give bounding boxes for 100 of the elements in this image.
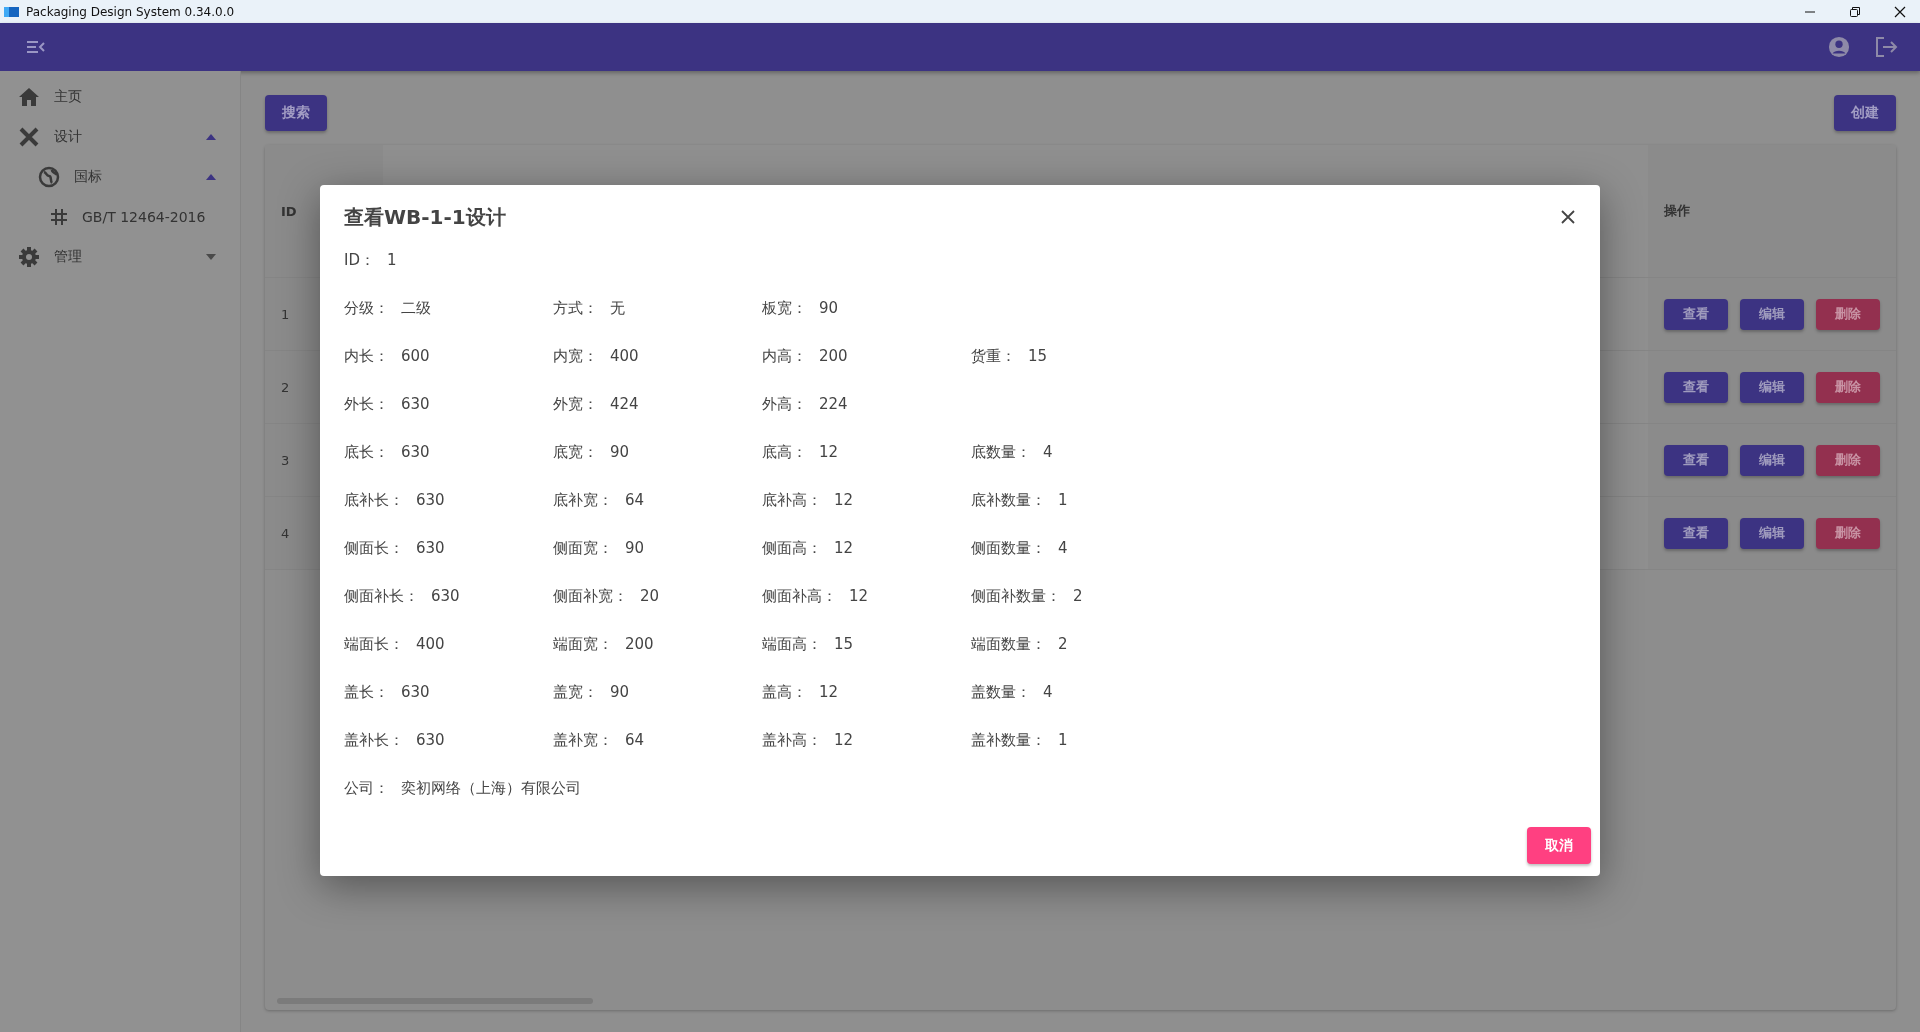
field-label: 盖长： (344, 683, 389, 702)
field-value: 90 (610, 443, 630, 462)
sidebar-item[interactable]: 国标 (0, 157, 240, 197)
field-label: 端面长： (344, 635, 404, 654)
field-value: 630 (401, 443, 430, 462)
field-value: 4 (1043, 683, 1053, 702)
account-icon[interactable] (1828, 36, 1850, 58)
field-label: ID： (344, 251, 375, 270)
table-cell: 2 (281, 379, 290, 395)
field-label: 盖宽： (553, 683, 598, 702)
gear-icon (18, 246, 40, 268)
field-value: 400 (610, 347, 639, 366)
field-value: 12 (834, 731, 854, 750)
field-label: 侧面数量： (971, 539, 1046, 558)
close-icon[interactable] (1894, 5, 1906, 18)
field-value: 630 (416, 731, 445, 750)
field-label: 端面高： (762, 635, 822, 654)
sidebar-item[interactable]: 主页 (0, 77, 240, 117)
menu-icon[interactable] (26, 40, 46, 54)
field-value: 1 (1058, 491, 1068, 510)
field-value: 12 (849, 587, 869, 606)
column-header: ID (281, 203, 297, 219)
field-label: 外长： (344, 395, 389, 414)
action-button[interactable]: 查看 (1664, 517, 1728, 549)
hash-icon (50, 208, 68, 226)
restore-icon[interactable] (1849, 5, 1861, 18)
field-value: 20 (640, 587, 660, 606)
field-label: 盖补高： (762, 731, 822, 750)
field-value: 424 (610, 395, 639, 414)
action-button[interactable]: 查看 (1664, 298, 1728, 330)
field-label: 侧面补数量： (971, 587, 1061, 606)
field-value: 15 (834, 635, 854, 654)
cancel-button[interactable]: 取消 (1527, 827, 1591, 864)
delete-button[interactable]: 删除 (1816, 371, 1880, 403)
field-label: 侧面补宽： (553, 587, 628, 606)
field-value: 64 (625, 491, 645, 510)
field-value: 12 (819, 683, 839, 702)
sidebar-item[interactable]: GB/T 12464-2016 (0, 197, 240, 237)
field-label: 侧面补长： (344, 587, 419, 606)
field-label: 内宽： (553, 347, 598, 366)
delete-button[interactable]: 删除 (1816, 517, 1880, 549)
field-value: 二级 (401, 299, 431, 318)
search-button[interactable]: 搜索 (265, 95, 327, 131)
action-button[interactable]: 查看 (1664, 444, 1728, 476)
field-label: 底高： (762, 443, 807, 462)
field-label: 内高： (762, 347, 807, 366)
field-value: 4 (1058, 539, 1068, 558)
field-label: 公司： (344, 779, 389, 798)
delete-button[interactable]: 删除 (1816, 298, 1880, 330)
field-label: 侧面宽： (553, 539, 613, 558)
field-label: 侧面长： (344, 539, 404, 558)
field-value: 1 (1058, 731, 1068, 750)
field-label: 底补长： (344, 491, 404, 510)
field-value: 630 (416, 539, 445, 558)
dialog-title: 查看WB-1-1设计 (344, 203, 506, 231)
create-button[interactable]: 创建 (1834, 95, 1896, 131)
field-label: 底补宽： (553, 491, 613, 510)
field-label: 盖补宽： (553, 731, 613, 750)
field-value: 630 (416, 491, 445, 510)
field-value: 无 (610, 299, 625, 318)
field-label: 内长： (344, 347, 389, 366)
field-label: 侧面补高： (762, 587, 837, 606)
field-label: 底数量： (971, 443, 1031, 462)
field-label: 端面数量： (971, 635, 1046, 654)
field-value: 2 (1058, 635, 1068, 654)
field-value: 12 (819, 443, 839, 462)
field-value: 64 (625, 731, 645, 750)
field-label: 外宽： (553, 395, 598, 414)
field-label: 底补高： (762, 491, 822, 510)
logout-icon[interactable] (1874, 36, 1898, 58)
field-label: 分级： (344, 299, 389, 318)
field-value: 12 (834, 491, 854, 510)
window-title: Packaging Design System 0.34.0.0 (26, 4, 235, 19)
field-value: 90 (819, 299, 839, 318)
action-button[interactable]: 编辑 (1740, 298, 1804, 330)
action-button[interactable]: 编辑 (1740, 371, 1804, 403)
field-label: 盖补长： (344, 731, 404, 750)
action-button[interactable]: 编辑 (1740, 444, 1804, 476)
field-value: 4 (1043, 443, 1053, 462)
table-cell: 3 (281, 452, 290, 468)
field-label: 货重： (971, 347, 1016, 366)
field-label: 侧面高： (762, 539, 822, 558)
field-value: 奕初网络（上海）有限公司 (401, 779, 581, 798)
table-cell: 4 (281, 525, 290, 541)
action-button[interactable]: 编辑 (1740, 517, 1804, 549)
globe-icon (38, 166, 60, 188)
field-value: 15 (1028, 347, 1048, 366)
field-value: 200 (625, 635, 654, 654)
field-value: 90 (610, 683, 630, 702)
action-button[interactable]: 查看 (1664, 371, 1728, 403)
field-value: 630 (401, 395, 430, 414)
sidebar-item[interactable]: 管理 (0, 237, 240, 277)
field-value: 1 (387, 251, 397, 270)
field-label: 板宽： (762, 299, 807, 318)
delete-button[interactable]: 删除 (1816, 444, 1880, 476)
field-value: 600 (401, 347, 430, 366)
field-value: 2 (1073, 587, 1083, 606)
field-value: 630 (431, 587, 460, 606)
sidebar-item[interactable]: 设计 (0, 117, 240, 157)
close-icon[interactable] (1560, 209, 1576, 225)
